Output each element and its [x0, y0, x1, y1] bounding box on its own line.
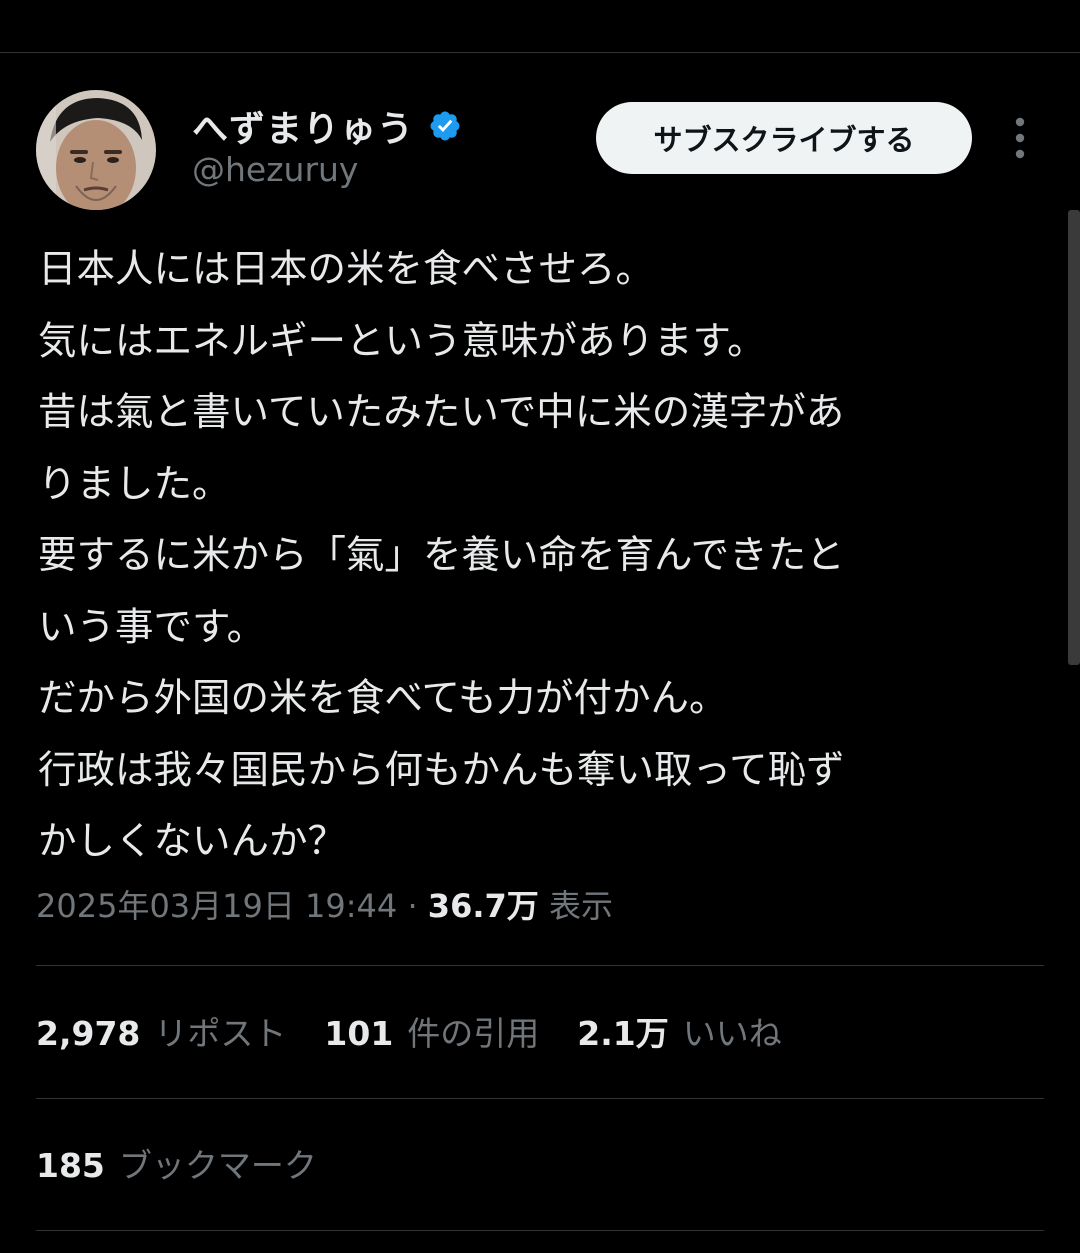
- quotes-stat[interactable]: 101 件の引用: [324, 1008, 539, 1060]
- views-label: 表示: [548, 887, 613, 925]
- divider: [36, 965, 1044, 966]
- tweet-line: 行政は我々国民から何もかんも奪い取って恥ず: [38, 747, 845, 793]
- views-count: 36.7万: [427, 887, 539, 925]
- likes-stat[interactable]: 2.1万 いいね: [577, 1008, 781, 1060]
- tweet-line: だから外国の米を食べても力が付かん。: [38, 676, 728, 721]
- tweet-line: りました。: [38, 461, 231, 507]
- quotes-label: 件の引用: [407, 1014, 540, 1053]
- divider: [36, 1230, 1044, 1231]
- avatar-image: [36, 90, 156, 210]
- reposts-label: リポスト: [154, 1014, 287, 1053]
- display-name-row[interactable]: へずまりゅう: [192, 100, 462, 152]
- tweet-line: 昔は氣と書いていたみたいで中に米の漢字があ: [38, 390, 845, 435]
- tweet-line: 要するに米から「氣」を養い命を育んできたと: [38, 533, 845, 578]
- display-name[interactable]: へずまりゅう: [192, 100, 414, 152]
- verified-badge-icon[interactable]: [428, 109, 462, 143]
- engagement-stats: 2,978 リポスト 101 件の引用 2.1万 いいね: [36, 1008, 820, 1060]
- tweet-text: 日本人には日本の米を食べさせろ。 気にはエネルギーという意味があります。 昔は氣…: [38, 234, 1028, 878]
- tweet-line: いう事です。: [38, 604, 266, 650]
- subscribe-button[interactable]: サブスクライブする: [596, 102, 972, 174]
- tweet-meta: 2025年03月19日 19:44 · 36.7万 表示: [36, 880, 613, 932]
- divider: [36, 1098, 1044, 1099]
- tweet-line: 気にはエネルギーという意味があります。: [38, 318, 766, 364]
- avatar[interactable]: [36, 90, 156, 210]
- likes-count: 2.1万: [577, 1014, 669, 1053]
- timestamp[interactable]: 2025年03月19日 19:44: [36, 887, 397, 925]
- tweet-line: 日本人には日本の米を食べさせろ。: [38, 247, 655, 292]
- scrollbar-thumb[interactable]: [1068, 210, 1080, 665]
- reposts-stat[interactable]: 2,978 リポスト: [36, 1008, 286, 1060]
- reposts-count: 2,978: [36, 1014, 141, 1053]
- bookmarks-stat[interactable]: 185 ブックマーク: [36, 1140, 317, 1192]
- tweet-line: かしくないんか？: [38, 819, 347, 864]
- likes-label: いいね: [682, 1014, 782, 1053]
- bookmarks-label: ブックマーク: [118, 1146, 317, 1185]
- more-vertical-icon[interactable]: [1000, 116, 1040, 160]
- quotes-count: 101: [324, 1014, 394, 1053]
- bookmarks-count: 185: [36, 1146, 105, 1185]
- handle[interactable]: @hezuruy: [192, 150, 358, 189]
- meta-separator: ·: [407, 887, 418, 925]
- top-divider: [0, 52, 1080, 53]
